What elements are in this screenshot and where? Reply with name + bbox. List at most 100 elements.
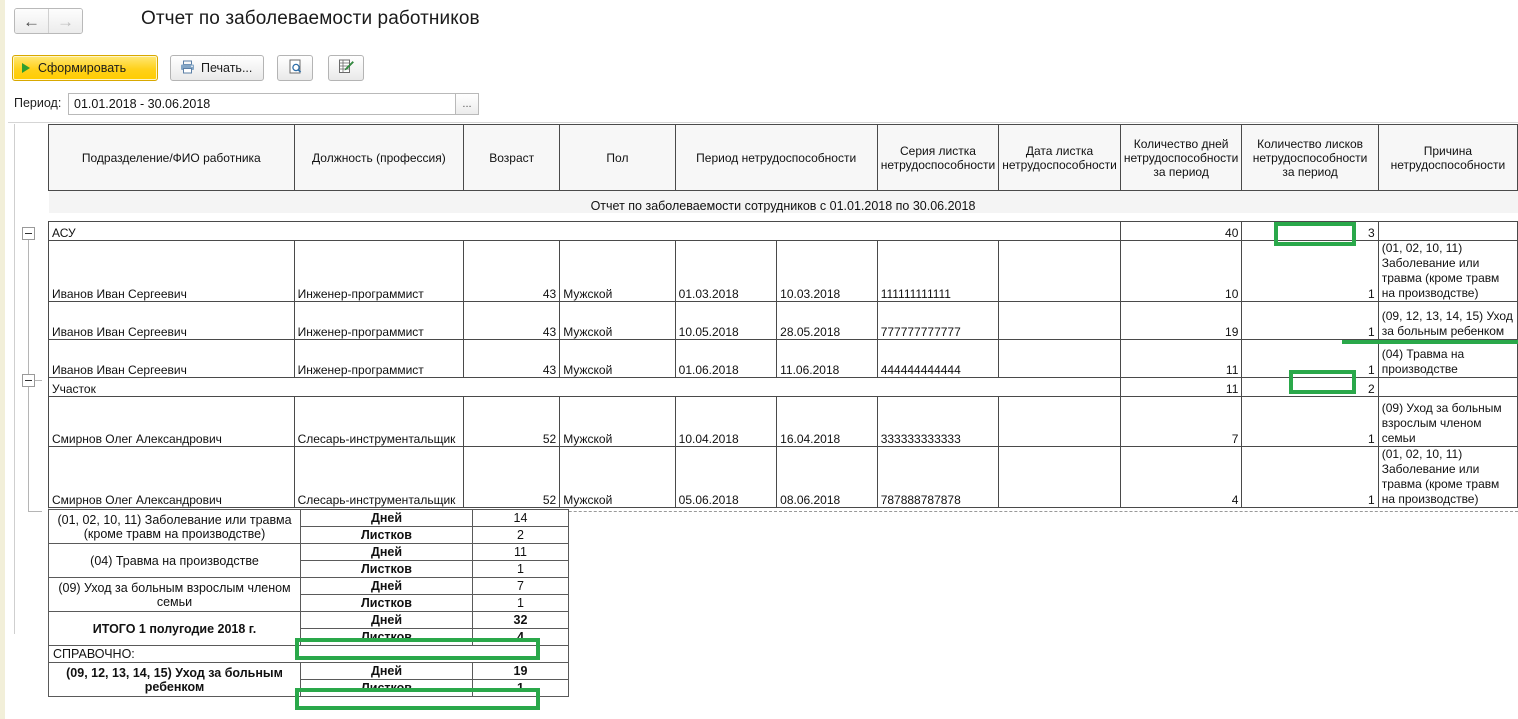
summary-sheets-label: Листков (300, 594, 473, 612)
cell-date-from: 01.06.2018 (674, 339, 778, 378)
report-table[interactable]: Отчет по заболеваемости сотрудников с 01… (48, 124, 1518, 508)
group-row[interactable]: АСУ 40 3 (48, 221, 1518, 241)
summary-days-adult-care: 7 (472, 577, 569, 595)
edit-spreadsheet-button[interactable] (328, 55, 364, 81)
cell-days: 19 (1119, 301, 1243, 340)
group-row[interactable]: Участок 11 2 (48, 377, 1518, 397)
col-header-gender: Пол (559, 124, 676, 191)
period-row: Период: 01.01.2018 - 30.06.2018 ... (0, 93, 1518, 117)
cell-gender: Мужской (559, 396, 676, 447)
cell-days: 7 (1119, 396, 1243, 447)
summary-sheets-label: Листков (300, 560, 473, 578)
cell-position: Инженер-программист (293, 240, 465, 302)
cell-series: 333333333333 (876, 396, 1000, 447)
cell-fio: Смирнов Олег Александрович (48, 396, 295, 447)
printer-icon (180, 60, 195, 77)
table-row[interactable]: Смирнов Олег Александрович Слесарь-инстр… (48, 396, 1518, 447)
report-header: Подразделение/ФИО работника Должность (п… (48, 124, 1518, 191)
cell-sheets: 1 (1241, 240, 1379, 302)
group-sheets-uchastok: 2 (1241, 377, 1379, 397)
table-row[interactable]: Смирнов Олег Александрович Слесарь-инстр… (48, 446, 1518, 508)
header-row: Подразделение/ФИО работника Должность (п… (48, 124, 1518, 191)
summary-days-label: Дней (300, 611, 473, 629)
col-header-days: Количество дней нетрудоспособности за пе… (1119, 124, 1243, 191)
cell-position: Слесарь-инструментальщик (293, 446, 465, 508)
cell-reason: (01, 02, 10, 11) Заболевание или травма … (1377, 240, 1518, 302)
cell-sheet-date (998, 240, 1121, 302)
cell-series: 111111111111 (876, 240, 1000, 302)
cell-reason: (09) Уход за больным взрослым членом сем… (1377, 396, 1518, 447)
summary-days-total: 32 (472, 611, 569, 629)
summary-sheets-label: Листков (300, 679, 473, 697)
cell-reason: (01, 02, 10, 11) Заболевание или травма … (1377, 446, 1518, 508)
tree-line-uchastok (28, 387, 29, 511)
table-row[interactable]: Иванов Иван Сергеевич Инженер-программис… (48, 240, 1518, 302)
cell-position: Слесарь-инструментальщик (293, 396, 465, 447)
col-header-position: Должность (профессия) (293, 124, 465, 191)
summary-total-row: ИТОГО 1 полугодие 2018 г. Дней 32 (48, 611, 569, 646)
tree-line-uchastok-end (28, 511, 42, 512)
cell-sheet-date (998, 339, 1121, 378)
col-header-sheets: Количество лисков нетрудоспособности за … (1241, 124, 1379, 191)
cell-date-to: 08.06.2018 (776, 446, 878, 508)
print-button-label: Печать... (201, 61, 253, 75)
group-days-asu: 40 (1119, 221, 1243, 241)
cell-fio: Иванов Иван Сергеевич (48, 240, 295, 302)
summary-sheets-total: 4 (472, 628, 569, 646)
print-preview-button[interactable] (277, 55, 313, 81)
cell-gender: Мужской (559, 301, 676, 340)
cell-gender: Мужской (559, 240, 676, 302)
generate-button[interactable]: Сформировать (12, 55, 158, 81)
table-row[interactable]: Иванов Иван Сергеевич Инженер-программис… (48, 301, 1518, 340)
col-header-department: Подразделение/ФИО работника (48, 124, 295, 191)
print-button[interactable]: Печать... (170, 55, 264, 81)
cell-age: 52 (463, 396, 561, 447)
cell-position: Инженер-программист (293, 301, 465, 340)
table-row[interactable]: Иванов Иван Сергеевич Инженер-программис… (48, 339, 1518, 378)
arrow-left-icon: ← (23, 11, 40, 31)
toolbar: Сформировать Печать... (0, 55, 1518, 85)
spreadsheet-pencil-icon (338, 59, 354, 77)
cell-series: 444444444444 (876, 339, 1000, 378)
summary-days-label: Дней (300, 662, 473, 680)
col-header-age: Возраст (463, 124, 561, 191)
cell-days: 11 (1119, 339, 1243, 378)
group-reason-uchastok (1377, 377, 1518, 397)
nav-forward-button[interactable]: → (48, 9, 82, 33)
summary-row: (09) Уход за больным взрослым членом сем… (48, 577, 569, 612)
summary-sheets-child-care: 1 (472, 679, 569, 697)
summary-days-child-care: 19 (472, 662, 569, 680)
report-area[interactable]: Отчет по заболеваемости сотрудников с 01… (8, 124, 1518, 719)
cell-position: Инженер-программист (293, 339, 465, 378)
cell-age: 43 (463, 240, 561, 302)
cell-sheets: 1 (1241, 396, 1379, 447)
group-reason-asu (1377, 221, 1518, 241)
summary-days-label: Дней (300, 577, 473, 595)
cell-date-to: 16.04.2018 (776, 396, 878, 447)
period-picker-button[interactable]: ... (455, 93, 479, 115)
group-expander-asu[interactable] (22, 227, 35, 240)
nav-back-button[interactable]: ← (15, 9, 48, 33)
summary-table[interactable]: (01, 02, 10, 11) Заболевание или травма … (48, 509, 569, 697)
report-body: АСУ 40 3 Иванов Иван Сергеевич Инженер-п… (48, 221, 1518, 508)
col-header-sheet-date: Дата листка нетрудоспособности (998, 124, 1121, 191)
summary-days-illness: 14 (472, 509, 569, 527)
summary-days-work-injury: 11 (472, 543, 569, 561)
summary-label-adult-care: (09) Уход за больным взрослым членом сем… (48, 577, 301, 612)
cell-gender: Мужской (559, 339, 676, 378)
cell-date-to: 11.06.2018 (776, 339, 878, 378)
navigation-buttons: ← → (14, 8, 83, 34)
summary-label-child-care: (09, 12, 13, 14, 15) Уход за больным реб… (48, 662, 301, 697)
cell-fio: Иванов Иван Сергеевич (48, 301, 295, 340)
report-title-row: Отчет по заболеваемости сотрудников с 01… (48, 190, 1518, 213)
period-label: Период: (14, 96, 62, 110)
summary-sheets-label: Листков (300, 628, 473, 646)
cell-date-to: 10.03.2018 (776, 240, 878, 302)
cell-days: 10 (1119, 240, 1243, 302)
page-magnifier-icon (288, 59, 303, 77)
play-icon (22, 63, 30, 73)
group-expander-uchastok[interactable] (22, 374, 35, 387)
period-input[interactable]: 01.01.2018 - 30.06.2018 (68, 93, 478, 115)
cell-date-to: 28.05.2018 (776, 301, 878, 340)
summary-sheets-work-injury: 1 (472, 560, 569, 578)
